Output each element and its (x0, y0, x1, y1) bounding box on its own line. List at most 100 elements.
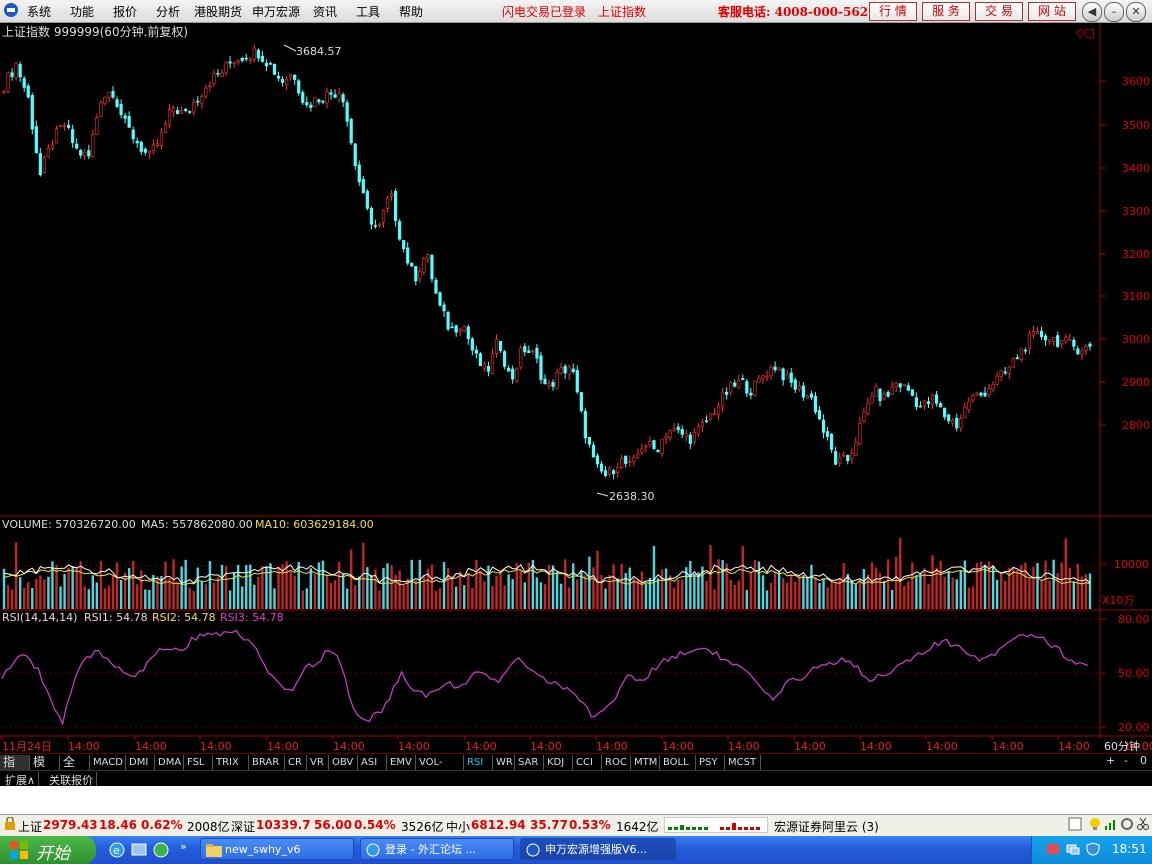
bulb-icon[interactable] (1088, 817, 1102, 834)
volume-bar (115, 562, 119, 609)
candle-body (462, 326, 466, 332)
tab-vr[interactable]: VR (307, 755, 329, 770)
candle-body (389, 193, 394, 197)
reset-button[interactable]: 0 (1140, 754, 1147, 767)
menu-quote[interactable]: 报价 (113, 3, 137, 20)
volume-bar (709, 545, 712, 609)
candle-body (1015, 357, 1019, 360)
menu-hk-futures[interactable]: 港股期货 (194, 3, 242, 20)
chevron-right-icon[interactable]: » (180, 840, 187, 853)
browser-icon[interactable] (152, 841, 170, 862)
candle-body (773, 366, 777, 371)
market-button[interactable]: 行 情 (869, 2, 917, 21)
menu-analysis[interactable]: 分析 (156, 3, 180, 20)
task-swhy[interactable]: 申万宏源增强版V6... (520, 838, 676, 860)
tab-kdj[interactable]: KDJ (544, 755, 573, 770)
volume-bar (483, 581, 486, 609)
tab-cci[interactable]: CCI (573, 755, 602, 770)
network-icon[interactable] (1066, 842, 1080, 859)
sz-name[interactable]: 深证 (231, 818, 255, 835)
start-button[interactable]: 开始 (0, 836, 96, 864)
tab-mtm[interactable]: MTM (631, 755, 660, 770)
tab-trix[interactable]: TRIX (213, 755, 249, 770)
volume-bar (39, 575, 42, 609)
task-login[interactable]: 登录 - 外汇论坛 ... (360, 838, 514, 860)
tab-dmi[interactable]: DMI (126, 755, 155, 770)
back-icon[interactable]: ◀ (1082, 2, 1102, 22)
tab-roc[interactable]: ROC (602, 755, 631, 770)
minimize-icon[interactable]: – (1104, 2, 1124, 22)
volume-bar (390, 565, 393, 609)
volume-bar (818, 582, 821, 609)
sme-name[interactable]: 中小 (446, 818, 470, 835)
volume-bar (168, 578, 171, 609)
tab-psy[interactable]: PSY (696, 755, 725, 770)
volume-bar (765, 590, 769, 609)
service-button[interactable]: 服 务 (922, 2, 970, 21)
tab-controls: + - 0 (1102, 754, 1152, 770)
candle-body (10, 72, 14, 77)
server-name[interactable]: 宏源证券阿里云 (3) (774, 818, 879, 835)
menu-system[interactable]: 系统 (27, 3, 51, 20)
candle-body (119, 104, 123, 116)
zoom-out-button[interactable]: - (1124, 754, 1128, 767)
window-icon[interactable] (1068, 817, 1082, 834)
candle-body (1039, 330, 1044, 337)
menu-swhy[interactable]: 申万宏源 (252, 3, 300, 20)
menu-tools[interactable]: 工具 (356, 3, 380, 20)
app-logo-icon[interactable] (3, 2, 19, 21)
task-folder[interactable]: new_swhy_v6 (200, 838, 354, 860)
tab-全部[interactable]: 全部 (60, 755, 90, 784)
period-label[interactable]: 60分钟 (1104, 739, 1140, 753)
tab-emv[interactable]: EMV (387, 755, 416, 770)
volume-bar (810, 564, 813, 609)
tab-指标[interactable]: 指标 (0, 755, 30, 784)
shield-icon[interactable] (1086, 842, 1100, 859)
desktop-icon[interactable] (130, 841, 148, 862)
volume-bar (87, 589, 90, 609)
scissor-icon[interactable] (1136, 817, 1150, 834)
tab-macd[interactable]: MACD (90, 755, 126, 770)
tab-brar[interactable]: BRAR (249, 755, 285, 770)
tab-boll[interactable]: BOLL (660, 755, 696, 770)
volume-bar (588, 556, 591, 609)
volume-bar (983, 564, 987, 609)
volume-bar (741, 546, 744, 609)
tab-模板[interactable]: 模板 (30, 755, 60, 784)
sh-name[interactable]: 上证 (18, 818, 42, 835)
sh-value: 2979.43 (43, 818, 98, 832)
close-icon[interactable]: ✕ (1126, 2, 1146, 22)
menu-help[interactable]: 帮助 (399, 3, 423, 20)
candle-body (188, 111, 192, 113)
tab-obv[interactable]: OBV (329, 755, 358, 770)
candle-body (547, 383, 551, 386)
tab-cr[interactable]: CR (285, 755, 307, 770)
trade-button[interactable]: 交 易 (975, 2, 1023, 21)
ie-icon[interactable]: e (108, 841, 126, 862)
tab-vol-tdx[interactable]: VOL-TDX (416, 755, 464, 783)
zoom-in-button[interactable]: + (1106, 754, 1115, 767)
volume-bar (414, 579, 417, 609)
volume-bar (463, 585, 466, 609)
candle-body (930, 394, 935, 405)
price-panel-header: 上证指数 999999(60分钟.前复权) (2, 24, 188, 39)
settings-icon[interactable] (1120, 817, 1134, 834)
tab-mcst[interactable]: MCST (725, 755, 761, 770)
website-button[interactable]: 网 站 (1028, 2, 1076, 21)
panel-toggle-icon[interactable]: ◇□ (1076, 26, 1095, 39)
volume-bar (10, 589, 14, 609)
candle-body (987, 388, 991, 395)
tab-dma[interactable]: DMA (155, 755, 184, 770)
tab-fsl[interactable]: FSL (184, 755, 213, 770)
tab-rsi[interactable]: RSI (464, 755, 493, 770)
tray-icon[interactable] (1046, 842, 1060, 859)
chart-area[interactable]: 上证指数 999999(60分钟.前复权) ◇□ 3600 3500 3400 … (0, 23, 1152, 753)
menu-news[interactable]: 资讯 (313, 3, 337, 20)
menu-function[interactable]: 功能 (70, 3, 94, 20)
volume-bar (1016, 570, 1019, 609)
tab-asi[interactable]: ASI (358, 755, 387, 770)
current-index[interactable]: 上证指数 (598, 3, 646, 20)
candle-body (725, 391, 729, 395)
tab-wr[interactable]: WR (493, 755, 515, 770)
tab-sar[interactable]: SAR (515, 755, 544, 770)
